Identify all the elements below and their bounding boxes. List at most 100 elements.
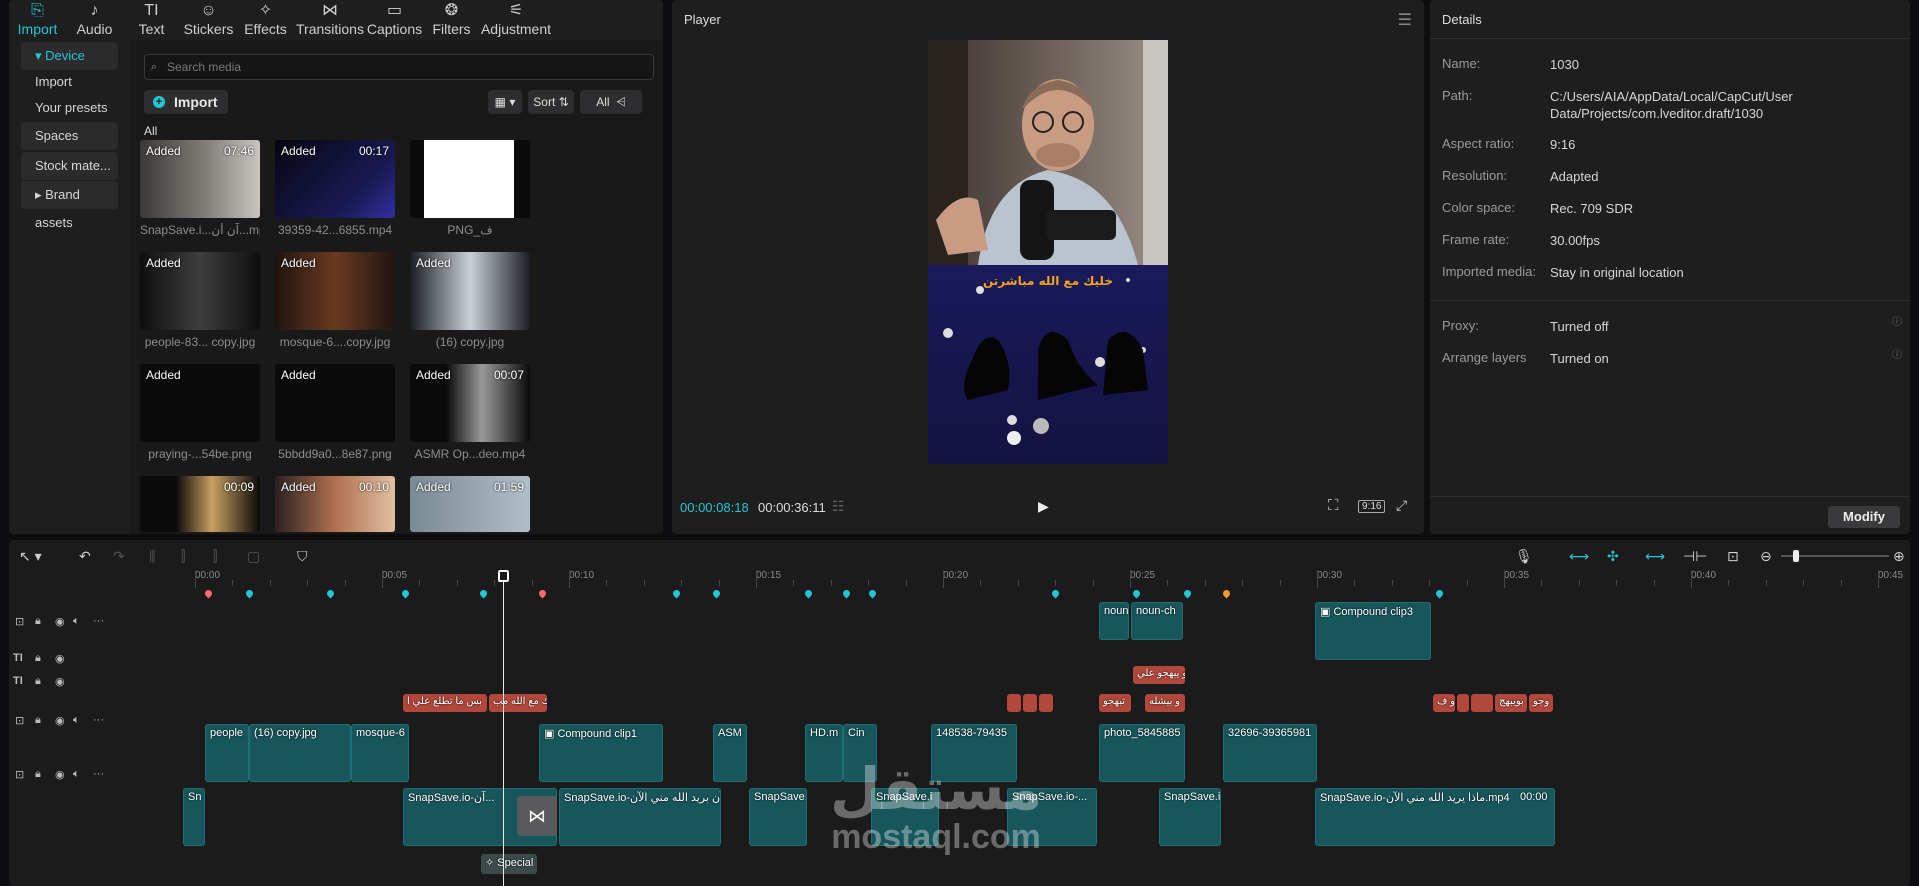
media-item[interactable]: Added 00:07 ASMR Op...deo.mp4 [410,364,530,461]
timeline-marker[interactable] [537,588,548,599]
timeline-marker[interactable] [1131,588,1142,599]
timeline-clip[interactable]: mosque-6 [351,724,409,782]
media-item[interactable]: Added 01:59 [410,476,530,534]
text-clip[interactable] [1023,694,1037,712]
timeline-clip[interactable]: 32696-39365981 [1223,724,1317,782]
linkage-icon[interactable]: ⟷ [1645,548,1665,565]
playhead[interactable] [498,570,509,886]
timeline-clip[interactable]: noun-ch [1131,602,1183,640]
timeline-clip[interactable]: SnapSave. [749,788,807,846]
info-icon[interactable]: ⓘ [1892,346,1902,361]
text-clip[interactable]: خليك مع الله مب [489,694,547,712]
eye-icon[interactable]: ◉ [55,615,65,628]
audio-icon[interactable]: 🔈︎ [73,615,80,628]
modify-button[interactable]: Modify [1828,506,1900,528]
timeline-marker[interactable] [244,588,255,599]
split-right-icon[interactable]: ⫿ [213,548,217,565]
media-item[interactable]: Added people-83... copy.jpg [140,252,260,349]
media-item[interactable]: PNG_ف [410,140,530,237]
timeline-clip[interactable]: people [205,724,249,782]
effect-clip[interactable]: ✧ Special [481,854,537,874]
media-item[interactable]: Added mosque-6....copy.jpg [275,252,395,349]
text-clip[interactable]: بويبهج [1495,694,1527,712]
split-view-icon[interactable]: ⊣⊢ [1683,548,1707,565]
transition-icon[interactable]: ⋈ [517,796,557,836]
timeline-marker[interactable] [1221,588,1232,599]
sort-button[interactable]: Sort ⇅ [528,90,574,114]
timeline-marker[interactable] [478,588,489,599]
text-clip[interactable]: تبهجو [1099,694,1131,712]
focus-icon[interactable]: ⛶ [1328,497,1339,514]
track-cover-icon[interactable]: ⊡ [15,768,24,781]
text-clip[interactable] [1457,694,1469,712]
undo-icon[interactable]: ↶ [79,548,91,565]
timeline-clip[interactable]: (16) copy.jpg [249,724,351,782]
media-item[interactable]: Added 5bbdd9a0...8e87.png [275,364,395,461]
microphone-icon[interactable]: 🎙 [1515,548,1533,565]
list-icon[interactable]: ☷ [832,498,845,515]
sidebar-item-presets[interactable]: Your presets [21,94,118,122]
track-cover-icon[interactable]: ⊡ [15,615,24,628]
timeline-clip[interactable]: SnapSave.io-آن بريد الله مني الآن [559,788,721,846]
lock-icon[interactable]: 🔒︎ [35,714,41,727]
media-item[interactable]: 00:09 [140,476,260,534]
timeline-clip[interactable]: noun [1099,602,1129,640]
timeline-clip[interactable]: Sn [183,788,205,846]
sidebar-item-spaces[interactable]: Spaces [21,122,118,150]
timeline-marker[interactable] [671,588,682,599]
text-clip[interactable] [1007,694,1021,712]
zoom-slider-handle[interactable] [1793,550,1799,562]
timeline-clip[interactable]: photo_5845885 [1099,724,1185,782]
timeline-marker[interactable] [1434,588,1445,599]
timeline-clip[interactable]: SnapSave.io-ماذا يريد الله مني الآن.mp4 0… [1315,788,1555,846]
media-item[interactable]: Added 00:10 [275,476,395,534]
timeline-marker[interactable] [325,588,336,599]
tab-import[interactable]: ⎘ Import [9,0,66,40]
snap-icon[interactable]: ✣ [1607,548,1619,565]
text-clip[interactable]: بس ما تطلع علي ا [403,694,487,712]
menu-icon[interactable]: ☰ [1398,10,1412,30]
tab-stickers[interactable]: ☺ Stickers [180,0,237,40]
sidebar-item-device[interactable]: ▾ Device [21,42,118,70]
import-button[interactable]: + Import [144,90,228,114]
lock-icon[interactable]: 🔒︎ [35,652,41,665]
timeline-clip[interactable]: ▣ Compound clip1 [539,724,663,782]
more-icon[interactable]: ··· [93,768,104,780]
media-item[interactable]: Added (16) copy.jpg [410,252,530,349]
more-icon[interactable]: ··· [93,714,104,726]
text-clip[interactable]: و بيشله [1145,694,1185,712]
split-icon[interactable]: ⫼ [149,548,155,565]
audio-icon[interactable]: 🔈︎ [73,768,80,781]
timeline-marker[interactable] [1182,588,1193,599]
filter-button[interactable]: All ⩤ [580,90,642,114]
eye-icon[interactable]: ◉ [55,652,65,665]
zoom-out-icon[interactable]: ⊖ [1760,548,1772,565]
playhead-handle[interactable] [498,570,509,582]
lock-icon[interactable]: 🔒︎ [35,675,41,688]
sidebar-item-import[interactable]: Import [21,68,118,96]
sidebar-item-stock[interactable]: Stock mate... [21,152,118,180]
video-preview[interactable]: خليك مع الله مباشرتن [928,40,1168,464]
tab-audio[interactable]: ♪ Audio [66,0,123,40]
media-item[interactable]: Added 00:17 39359-42...6855.mp4 [275,140,395,237]
media-item[interactable]: Added praying-...54be.png [140,364,260,461]
timeline-marker[interactable] [867,588,878,599]
tab-transitions[interactable]: ⋈ Transitions [294,0,366,40]
view-toggle-button[interactable]: ▦ ▾ [488,90,522,114]
zoom-in-icon[interactable]: ⊕ [1893,548,1905,565]
ratio-button[interactable]: 9:16 [1358,500,1386,513]
eye-icon[interactable]: ◉ [55,768,65,781]
track-cover-icon[interactable]: ⊡ [15,714,24,727]
text-clip[interactable]: و يبهجو علي [1133,666,1185,684]
text-clip[interactable]: وجو [1529,694,1553,712]
more-icon[interactable]: ··· [93,615,104,627]
lock-icon[interactable]: 🔒︎ [35,615,41,628]
tab-effects[interactable]: ✧ Effects [237,0,294,40]
timeline-marker[interactable] [841,588,852,599]
zoom-slider[interactable] [1781,550,1889,562]
timeline-marker[interactable] [203,588,214,599]
tab-text[interactable]: TI Text [123,0,180,40]
timeline-marker[interactable] [711,588,722,599]
marker-icon[interactable]: ⛉ [297,548,308,565]
eye-icon[interactable]: ◉ [55,675,65,688]
